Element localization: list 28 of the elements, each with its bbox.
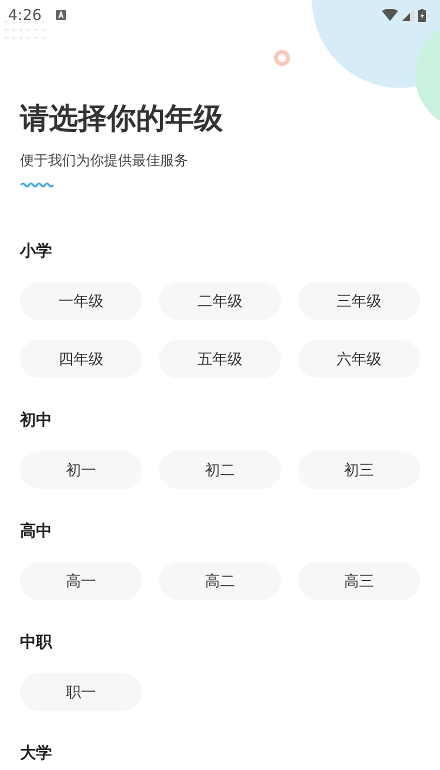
grade-button[interactable]: 职一: [20, 673, 142, 711]
grade-button[interactable]: 初三: [298, 451, 420, 489]
grade-button[interactable]: 初一: [20, 451, 142, 489]
grade-button[interactable]: 六年级: [298, 340, 420, 378]
section-title: 初中: [20, 409, 53, 431]
page-subtitle: 便于我们为你提供最佳服务: [20, 152, 189, 170]
notification-icon: [56, 10, 66, 20]
ring-decoration-icon: [274, 50, 290, 66]
grade-button[interactable]: 二年级: [159, 282, 281, 320]
grade-button[interactable]: 五年级: [159, 340, 281, 378]
signal-icon: [402, 9, 414, 21]
grade-button[interactable]: 一年级: [20, 282, 142, 320]
wifi-icon: [382, 9, 398, 21]
grade-button[interactable]: 高一: [20, 562, 142, 600]
section-title: 小学: [20, 240, 53, 262]
dots-decoration-drawing: [5, 21, 44, 39]
status-time: 4:26: [8, 6, 42, 24]
page-title: 请选择你的年级: [20, 100, 224, 136]
section-title: 大学: [20, 742, 53, 764]
section-title: 高中: [20, 520, 53, 542]
grade-button[interactable]: 高三: [298, 562, 420, 600]
battery-icon: [418, 8, 426, 22]
wave-icon: [20, 182, 54, 188]
grade-button[interactable]: 高二: [159, 562, 281, 600]
section-title: 中职: [20, 631, 54, 653]
grade-button[interactable]: 四年级: [20, 340, 142, 378]
grade-button[interactable]: 三年级: [298, 282, 420, 320]
grade-button[interactable]: 初二: [159, 451, 281, 489]
